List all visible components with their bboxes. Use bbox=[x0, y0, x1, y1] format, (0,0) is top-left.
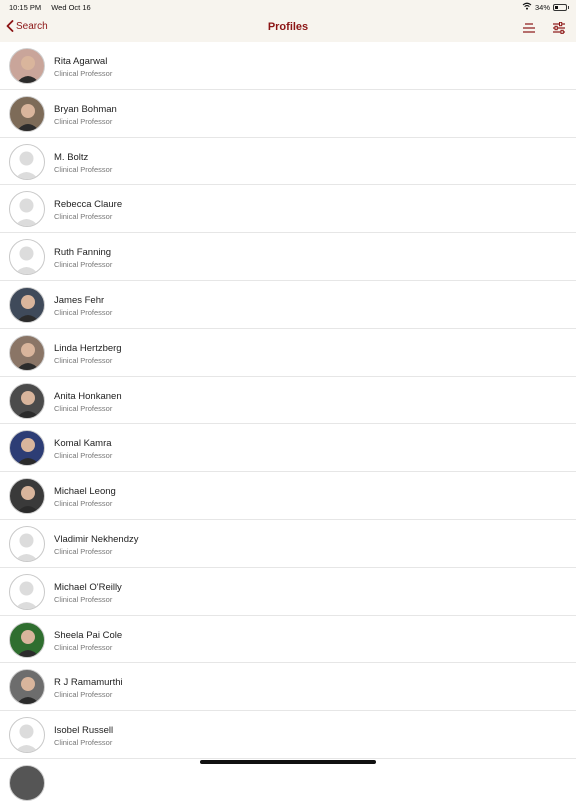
avatar-placeholder bbox=[9, 573, 45, 610]
profile-title: Clinical Professor bbox=[54, 307, 113, 317]
list-item[interactable]: Rita Agarwal Clinical Professor bbox=[0, 42, 576, 90]
profile-name: Vladimir Nekhendzy bbox=[54, 533, 139, 545]
list-item[interactable]: Sheela Pai Cole Clinical Professor bbox=[0, 615, 576, 664]
status-date: Wed Oct 16 bbox=[51, 3, 91, 12]
profile-name: Rebecca Claure bbox=[54, 199, 123, 211]
avatar bbox=[9, 382, 45, 419]
page-title: Profiles bbox=[267, 21, 309, 33]
profile-title: Clinical Professor bbox=[54, 546, 113, 556]
list-item[interactable]: Rebecca Claure Clinical Professor bbox=[0, 185, 576, 234]
list-item[interactable]: Vladimir Nekhendzy Clinical Professor bbox=[0, 519, 576, 568]
wifi-icon bbox=[522, 2, 532, 12]
profile-name: Ruth Fanning bbox=[54, 247, 112, 259]
home-indicator[interactable] bbox=[200, 760, 376, 764]
status-bar: 10:15 PM Wed Oct 16 34% bbox=[0, 0, 576, 14]
filter-sliders-icon[interactable] bbox=[552, 21, 566, 39]
profile-name: Komal Kamra bbox=[54, 438, 112, 450]
battery-percent: 34% bbox=[534, 2, 550, 12]
avatar-placeholder bbox=[9, 239, 45, 276]
profile-name: Michael O'Reilly bbox=[54, 581, 122, 593]
profile-title: Clinical Professor bbox=[54, 594, 113, 604]
profile-title: Clinical Professor bbox=[54, 499, 113, 509]
profile-name: Linda Hertzberg bbox=[54, 342, 122, 354]
profile-name: Bryan Bohman bbox=[54, 103, 117, 115]
profile-title: Clinical Professor bbox=[54, 355, 113, 365]
list-item[interactable]: M. Boltz Clinical Professor bbox=[0, 137, 576, 186]
battery-icon bbox=[553, 3, 569, 11]
list-item[interactable]: R J Ramamurthi Clinical Professor bbox=[0, 663, 576, 712]
profile-title: Clinical Professor bbox=[54, 403, 113, 413]
list-item[interactable]: Bryan Bohman Clinical Professor bbox=[0, 89, 576, 138]
profile-title: Clinical Professor bbox=[54, 69, 113, 78]
navigation-bar: Search Profiles bbox=[0, 14, 576, 43]
profile-name: Rita Agarwal bbox=[54, 56, 108, 67]
list-item[interactable]: Ruth Fanning Clinical Professor bbox=[0, 233, 576, 281]
profile-title: Clinical Professor bbox=[54, 116, 113, 126]
avatar bbox=[9, 669, 45, 706]
list-item[interactable]: Linda Hertzberg Clinical Professor bbox=[0, 328, 576, 377]
profile-title: Clinical Professor bbox=[54, 260, 113, 270]
avatar-placeholder bbox=[9, 143, 45, 180]
profile-name: Michael Leong bbox=[54, 486, 116, 498]
profile-name: Sheela Pai Cole bbox=[54, 629, 123, 641]
status-time: 10:15 PM bbox=[9, 3, 42, 12]
avatar bbox=[9, 286, 45, 323]
avatar-placeholder bbox=[9, 191, 45, 228]
avatar bbox=[9, 478, 45, 515]
profile-title: Clinical Professor bbox=[54, 164, 113, 174]
avatar bbox=[9, 621, 45, 658]
profile-title: Clinical Professor bbox=[54, 738, 113, 748]
profile-list: Rita Agarwal Clinical Professor Bryan Bohm… bbox=[0, 42, 576, 759]
profile-title: Clinical Professor bbox=[54, 642, 113, 652]
avatar bbox=[9, 48, 45, 84]
profile-title: Clinical Professor bbox=[54, 451, 113, 461]
avatar bbox=[9, 430, 45, 467]
list-item[interactable]: James Fehr Clinical Professor bbox=[0, 280, 576, 329]
list-icon[interactable] bbox=[522, 21, 536, 39]
avatar-placeholder bbox=[9, 717, 45, 754]
list-item-partial[interactable] bbox=[0, 759, 576, 807]
list-item[interactable]: Isobel Russell Clinical Professor bbox=[0, 711, 576, 759]
profile-title: Clinical Professor bbox=[54, 212, 113, 222]
profile-title: Clinical Professor bbox=[54, 690, 113, 700]
avatar bbox=[9, 765, 45, 801]
profile-name: James Fehr bbox=[54, 294, 105, 306]
list-item[interactable]: Michael O'Reilly Clinical Professor bbox=[0, 567, 576, 616]
avatar bbox=[9, 95, 45, 132]
list-item[interactable]: Komal Kamra Clinical Professor bbox=[0, 424, 576, 473]
list-item[interactable]: Michael Leong Clinical Professor bbox=[0, 472, 576, 520]
profile-name: Anita Honkanen bbox=[54, 390, 122, 402]
avatar bbox=[9, 334, 45, 371]
profile-name: M. Boltz bbox=[54, 151, 89, 163]
list-item[interactable]: Anita Honkanen Clinical Professor bbox=[0, 376, 576, 425]
profile-name: Isobel Russell bbox=[54, 725, 114, 737]
avatar-placeholder bbox=[9, 525, 45, 562]
profile-name: R J Ramamurthi bbox=[54, 677, 123, 689]
